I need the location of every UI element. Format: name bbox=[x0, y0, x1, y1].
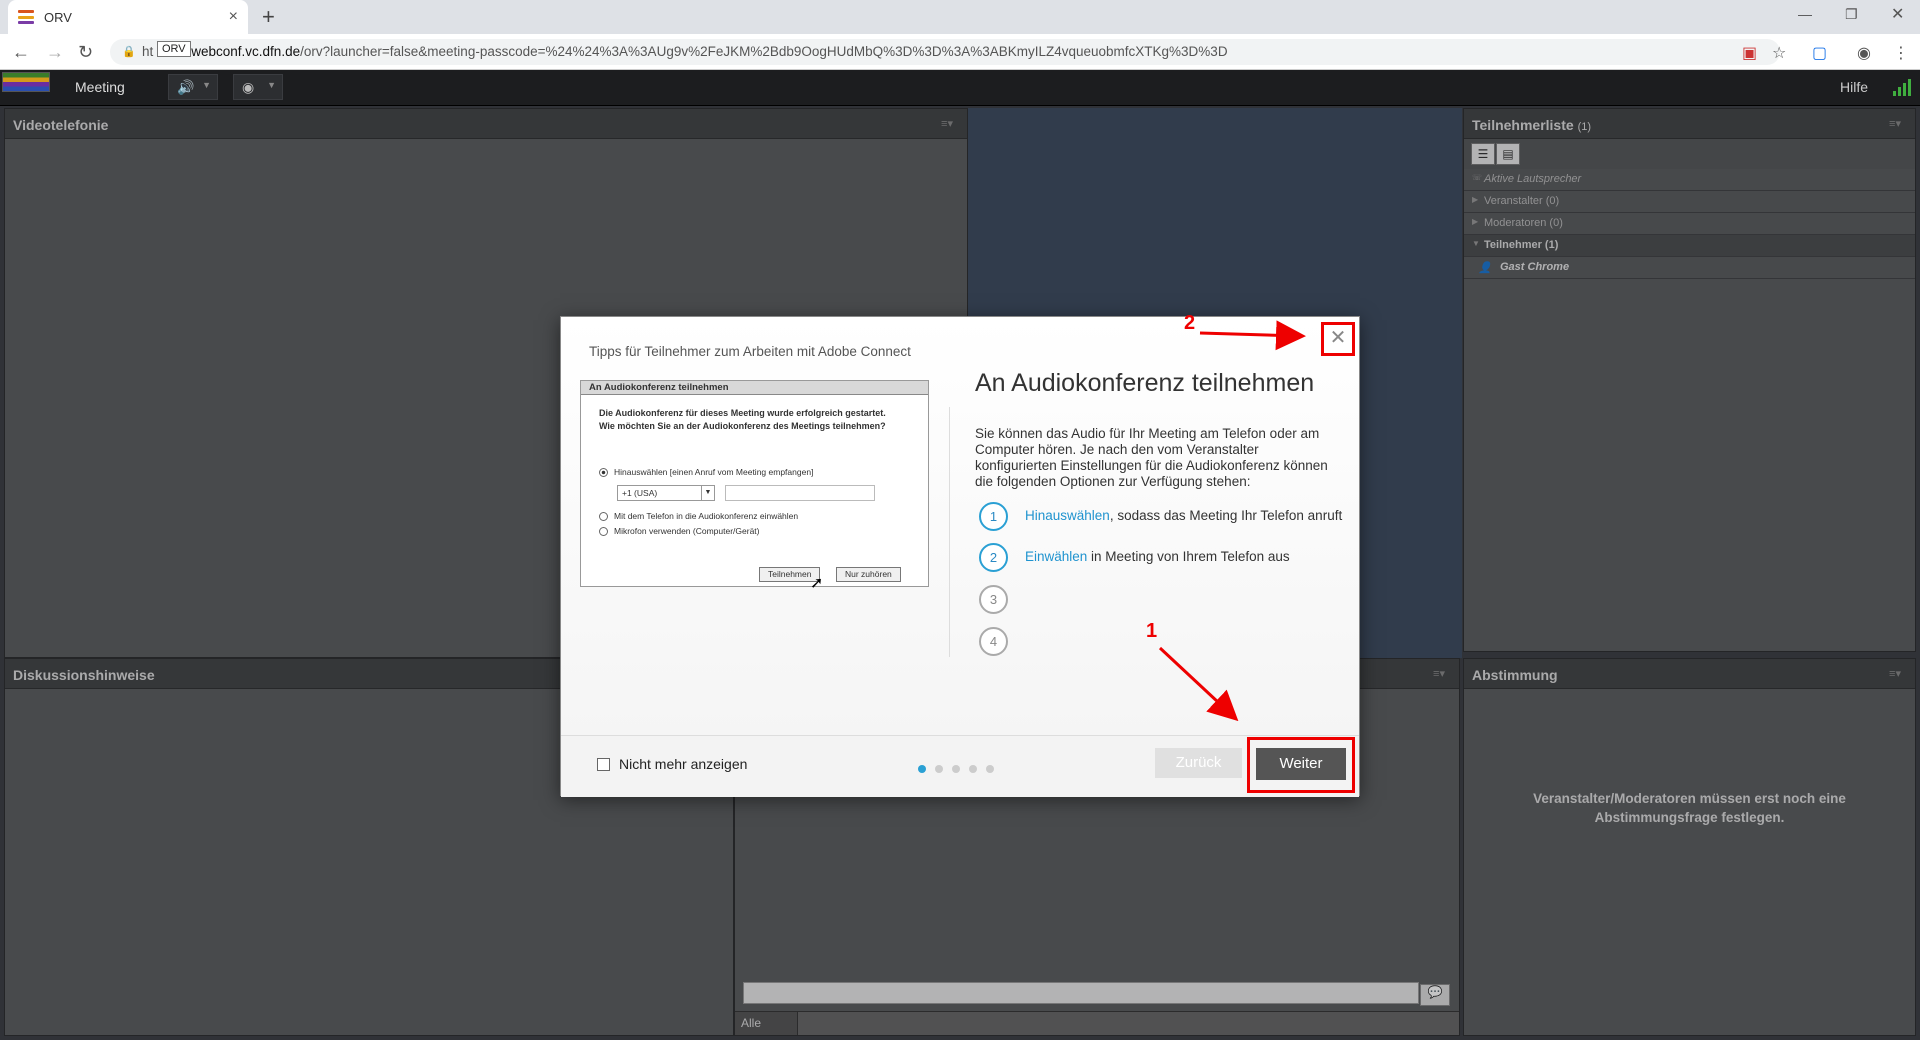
arrow-to-close bbox=[1199, 320, 1306, 351]
arrow-to-next bbox=[1158, 646, 1239, 722]
annotation-arrows bbox=[1158, 320, 1306, 722]
